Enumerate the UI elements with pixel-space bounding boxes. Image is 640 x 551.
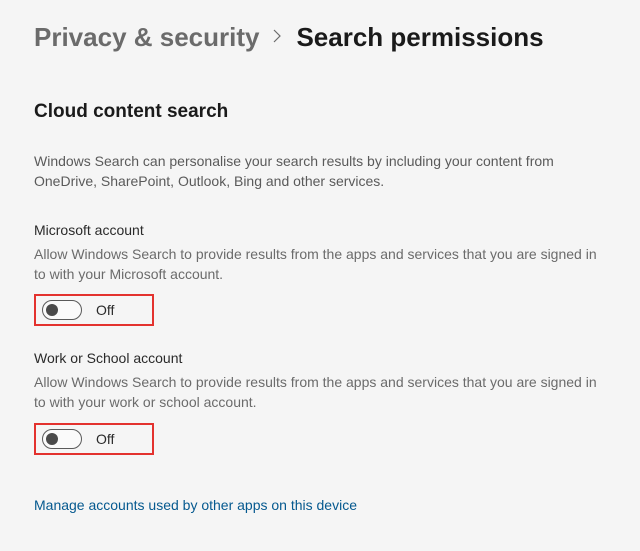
setting-description: Allow Windows Search to provide results … (34, 244, 604, 285)
toggle-state-label: Off (96, 302, 114, 318)
breadcrumb: Privacy & security Search permissions (34, 22, 606, 53)
toggle-knob (46, 433, 58, 445)
chevron-right-icon (273, 27, 282, 48)
breadcrumb-current: Search permissions (296, 22, 543, 53)
manage-accounts-link[interactable]: Manage accounts used by other apps on th… (34, 497, 357, 513)
toggle-row: Off (42, 429, 114, 449)
toggle-knob (46, 304, 58, 316)
setting-microsoft-account: Microsoft account Allow Windows Search t… (34, 222, 606, 327)
toggle-row: Off (42, 300, 114, 320)
toggle-microsoft-account[interactable] (42, 300, 82, 320)
highlight-box: Off (34, 423, 154, 455)
section-description: Windows Search can personalise your sear… (34, 151, 604, 192)
setting-work-school-account: Work or School account Allow Windows Sea… (34, 350, 606, 455)
toggle-work-school-account[interactable] (42, 429, 82, 449)
setting-description: Allow Windows Search to provide results … (34, 372, 604, 413)
breadcrumb-parent[interactable]: Privacy & security (34, 22, 259, 53)
setting-title: Microsoft account (34, 222, 606, 238)
setting-title: Work or School account (34, 350, 606, 366)
highlight-box: Off (34, 294, 154, 326)
section-title: Cloud content search (34, 101, 606, 123)
toggle-state-label: Off (96, 431, 114, 447)
